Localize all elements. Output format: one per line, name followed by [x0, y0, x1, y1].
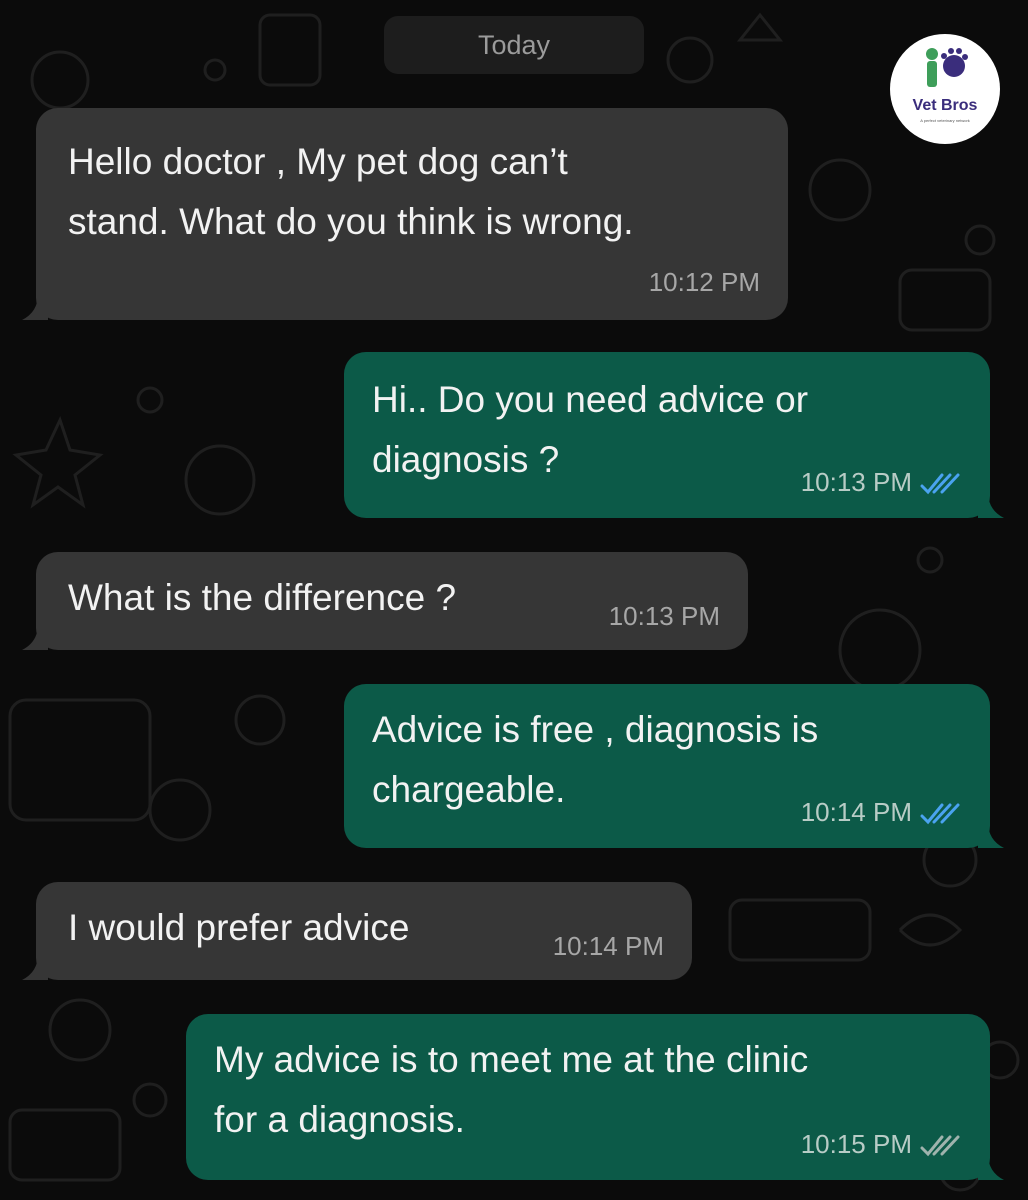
bubble-tail [978, 822, 1004, 848]
delivered-ticks-icon [920, 1135, 960, 1157]
message-bubble-incoming[interactable]: I would prefer advice 10:14 PM [22, 882, 692, 980]
vet-bros-logo: Vet Bros A perfect veterinary network [890, 34, 1000, 144]
read-receipt-ticks-icon [920, 473, 960, 495]
bubble-tail [978, 1154, 1004, 1180]
message-line: I would prefer advice [68, 907, 410, 948]
message-bubble-incoming[interactable]: Hello doctor , My pet dog can’t stand. W… [22, 108, 788, 320]
date-separator: Today [384, 16, 644, 74]
message-time: 10:12 PM [648, 267, 760, 297]
message-line: for a diagnosis. [214, 1099, 465, 1140]
message-line: Hello doctor , My pet dog can’t [68, 141, 568, 182]
message-line: My advice is to meet me at the clinic [214, 1039, 809, 1080]
bubble-tail [22, 624, 48, 650]
message-line: chargeable. [372, 769, 566, 810]
read-receipt-ticks-icon [920, 803, 960, 825]
message-time: 10:14 PM [800, 797, 912, 827]
message-bubble-outgoing[interactable]: Hi.. Do you need advice or diagnosis ? 1… [344, 352, 1004, 518]
message-bubble-outgoing[interactable]: Advice is free , diagnosis is chargeable… [344, 684, 1004, 848]
message-bubble-outgoing[interactable]: My advice is to meet me at the clinic fo… [186, 1014, 1004, 1180]
logo-tagline: A perfect veterinary network [920, 118, 970, 123]
message-line: diagnosis ? [372, 439, 560, 480]
message-time: 10:13 PM [800, 467, 912, 497]
bubble-tail [22, 294, 48, 320]
message-time: 10:15 PM [800, 1129, 912, 1159]
bubble-tail [22, 954, 48, 980]
bubble-tail [978, 492, 1004, 518]
message-time: 10:14 PM [552, 931, 664, 961]
message-line: Hi.. Do you need advice or [372, 379, 809, 420]
message-line: stand. What do you think is wrong. [68, 201, 634, 242]
message-bubble-incoming[interactable]: What is the difference ? 10:13 PM [22, 552, 748, 650]
message-time: 10:13 PM [608, 601, 720, 631]
logo-name: Vet Bros [912, 97, 978, 114]
message-line: What is the difference ? [68, 577, 457, 618]
paw-person-icon [926, 48, 968, 87]
message-line: Advice is free , diagnosis is [372, 709, 819, 750]
